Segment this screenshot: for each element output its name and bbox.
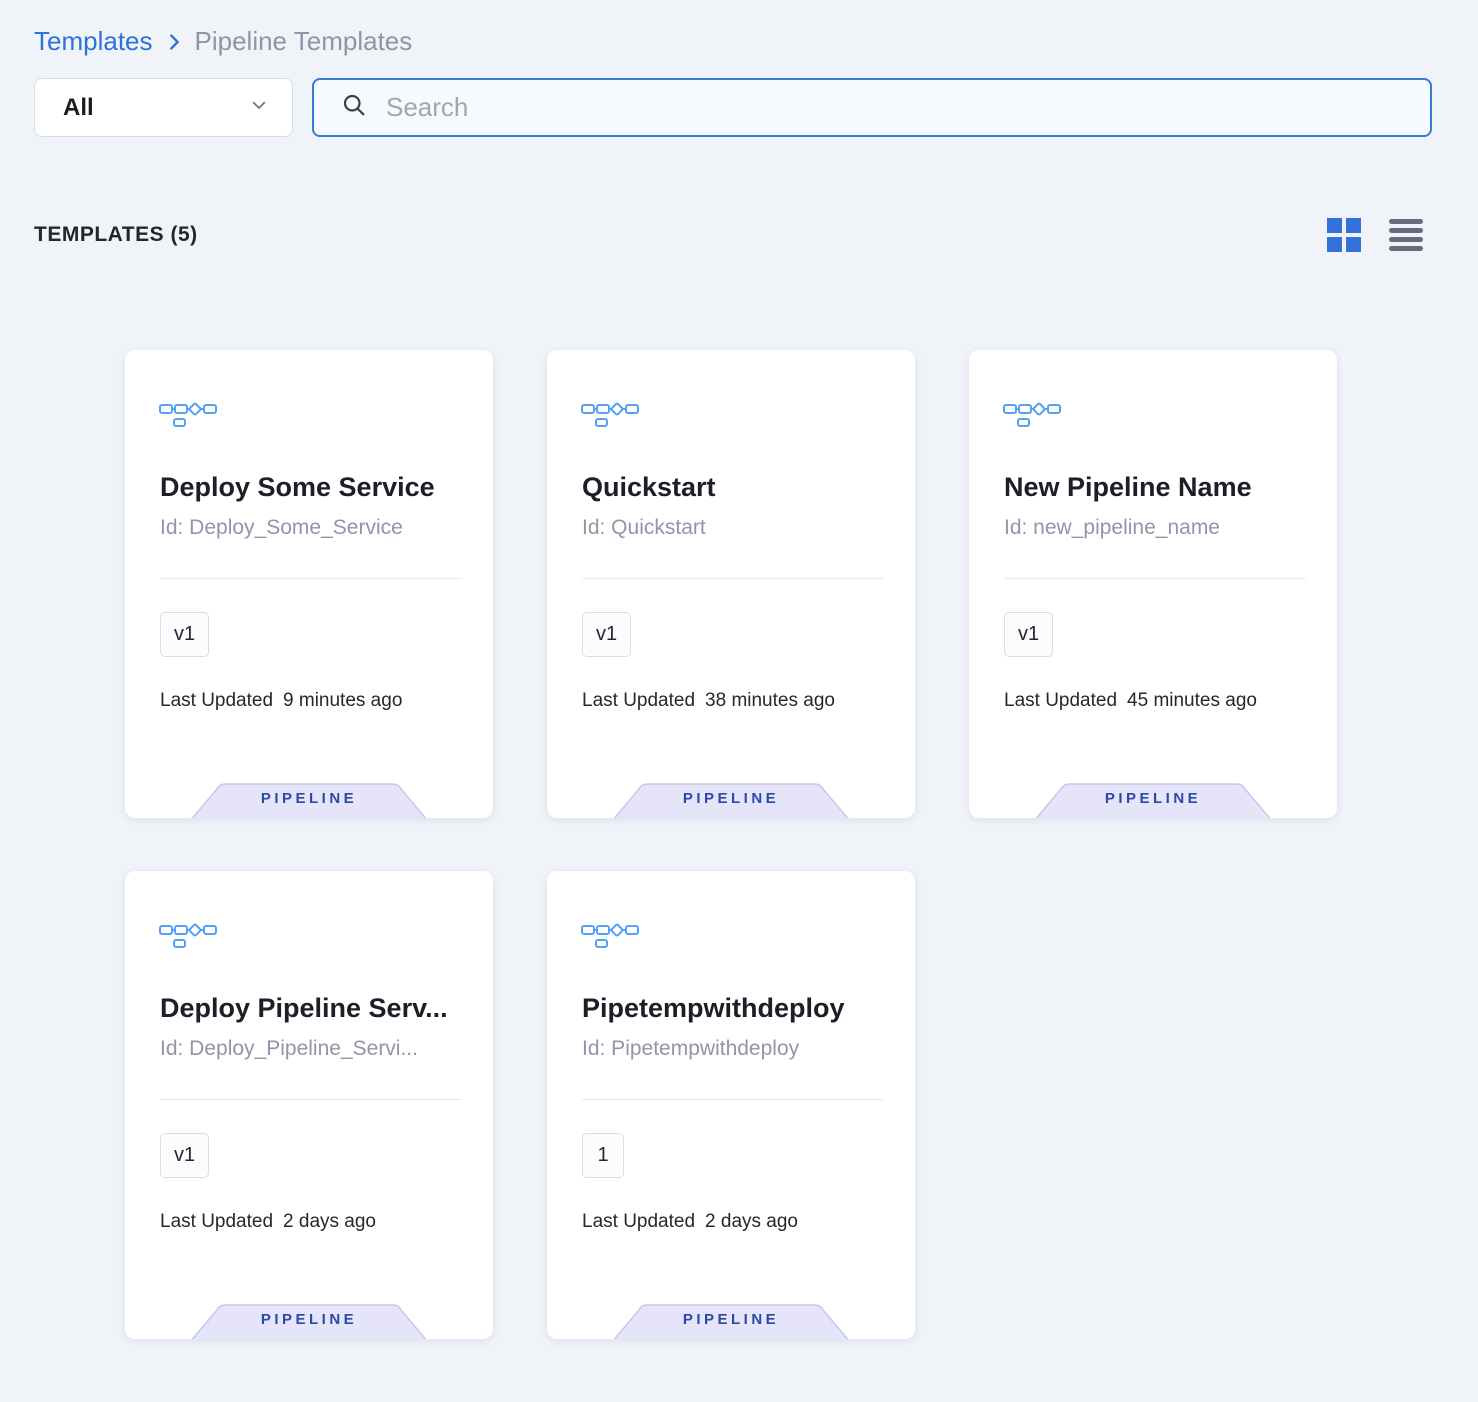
breadcrumb: Templates Pipeline Templates	[34, 26, 412, 57]
template-title: Deploy Some Service	[160, 472, 465, 503]
last-updated-row: Last Updated 2 days ago	[160, 1211, 376, 1233]
template-title: Pipetempwithdeploy	[582, 993, 887, 1024]
last-updated-row: Last Updated 38 minutes ago	[582, 690, 835, 712]
last-updated-value: 2 days ago	[283, 1211, 376, 1233]
last-updated-value: 45 minutes ago	[1127, 690, 1257, 712]
scope-filter-value: All	[63, 94, 94, 122]
version-badge: v1	[160, 612, 209, 657]
template-card[interactable]: Quickstart Id: Quickstart v1 Last Update…	[547, 350, 915, 818]
last-updated-label: Last Updated	[160, 690, 273, 712]
template-title: Quickstart	[582, 472, 887, 503]
template-card[interactable]: New Pipeline Name Id: new_pipeline_name …	[969, 350, 1337, 818]
pipeline-icon	[581, 398, 639, 428]
pipeline-tag-label: PIPELINE	[187, 790, 431, 807]
last-updated-label: Last Updated	[1004, 690, 1117, 712]
card-divider	[160, 1099, 462, 1100]
card-divider	[160, 578, 462, 579]
search-box	[312, 78, 1432, 137]
pipeline-tag-label: PIPELINE	[1031, 790, 1275, 807]
template-id: Id: Quickstart	[582, 516, 887, 540]
last-updated-label: Last Updated	[582, 1211, 695, 1233]
template-title: Deploy Pipeline Serv...	[160, 993, 465, 1024]
templates-section-header: TEMPLATES (5)	[34, 218, 1423, 252]
template-title: New Pipeline Name	[1004, 472, 1309, 503]
card-divider	[1004, 578, 1306, 579]
template-id: Id: new_pipeline_name	[1004, 516, 1309, 540]
search-input[interactable]	[386, 92, 1410, 123]
template-id: Id: Pipetempwithdeploy	[582, 1037, 887, 1061]
last-updated-label: Last Updated	[160, 1211, 273, 1233]
pipeline-tag: PIPELINE	[187, 1302, 431, 1339]
last-updated-row: Last Updated 9 minutes ago	[160, 690, 402, 712]
template-card[interactable]: Deploy Some Service Id: Deploy_Some_Serv…	[125, 350, 493, 818]
version-badge: v1	[582, 612, 631, 657]
last-updated-label: Last Updated	[582, 690, 695, 712]
card-divider	[582, 578, 884, 579]
list-view-icon[interactable]	[1389, 219, 1423, 252]
version-badge: v1	[1004, 612, 1053, 657]
pipeline-tag-label: PIPELINE	[609, 1311, 853, 1328]
card-divider	[582, 1099, 884, 1100]
pipeline-tag-label: PIPELINE	[187, 1311, 431, 1328]
version-badge: 1	[582, 1133, 624, 1178]
version-badge: v1	[160, 1133, 209, 1178]
template-card[interactable]: Deploy Pipeline Serv... Id: Deploy_Pipel…	[125, 871, 493, 1339]
filter-search-row: All	[34, 78, 1432, 137]
pipeline-icon	[1003, 398, 1061, 428]
chevron-down-icon	[250, 96, 268, 119]
template-card[interactable]: Pipetempwithdeploy Id: Pipetempwithdeplo…	[547, 871, 915, 1339]
grid-view-icon[interactable]	[1327, 218, 1361, 252]
pipeline-tag-label: PIPELINE	[609, 790, 853, 807]
view-toggles	[1327, 218, 1423, 252]
last-updated-value: 38 minutes ago	[705, 690, 835, 712]
pipeline-tag: PIPELINE	[609, 781, 853, 818]
templates-count-heading: TEMPLATES (5)	[34, 223, 198, 247]
breadcrumb-current-page: Pipeline Templates	[195, 26, 413, 57]
pipeline-tag: PIPELINE	[1031, 781, 1275, 818]
pipeline-icon	[581, 919, 639, 949]
scope-filter-dropdown[interactable]: All	[34, 78, 293, 137]
last-updated-row: Last Updated 2 days ago	[582, 1211, 798, 1233]
template-grid: Deploy Some Service Id: Deploy_Some_Serv…	[125, 350, 1337, 1339]
pipeline-icon	[159, 398, 217, 428]
pipeline-tag: PIPELINE	[187, 781, 431, 818]
last-updated-row: Last Updated 45 minutes ago	[1004, 690, 1257, 712]
search-icon	[340, 91, 368, 124]
last-updated-value: 2 days ago	[705, 1211, 798, 1233]
breadcrumb-templates-link[interactable]: Templates	[34, 26, 153, 57]
template-id: Id: Deploy_Some_Service	[160, 516, 465, 540]
template-id: Id: Deploy_Pipeline_Servi...	[160, 1037, 465, 1061]
pipeline-icon	[159, 919, 217, 949]
chevron-right-icon	[163, 31, 185, 53]
last-updated-value: 9 minutes ago	[283, 690, 402, 712]
pipeline-tag: PIPELINE	[609, 1302, 853, 1339]
